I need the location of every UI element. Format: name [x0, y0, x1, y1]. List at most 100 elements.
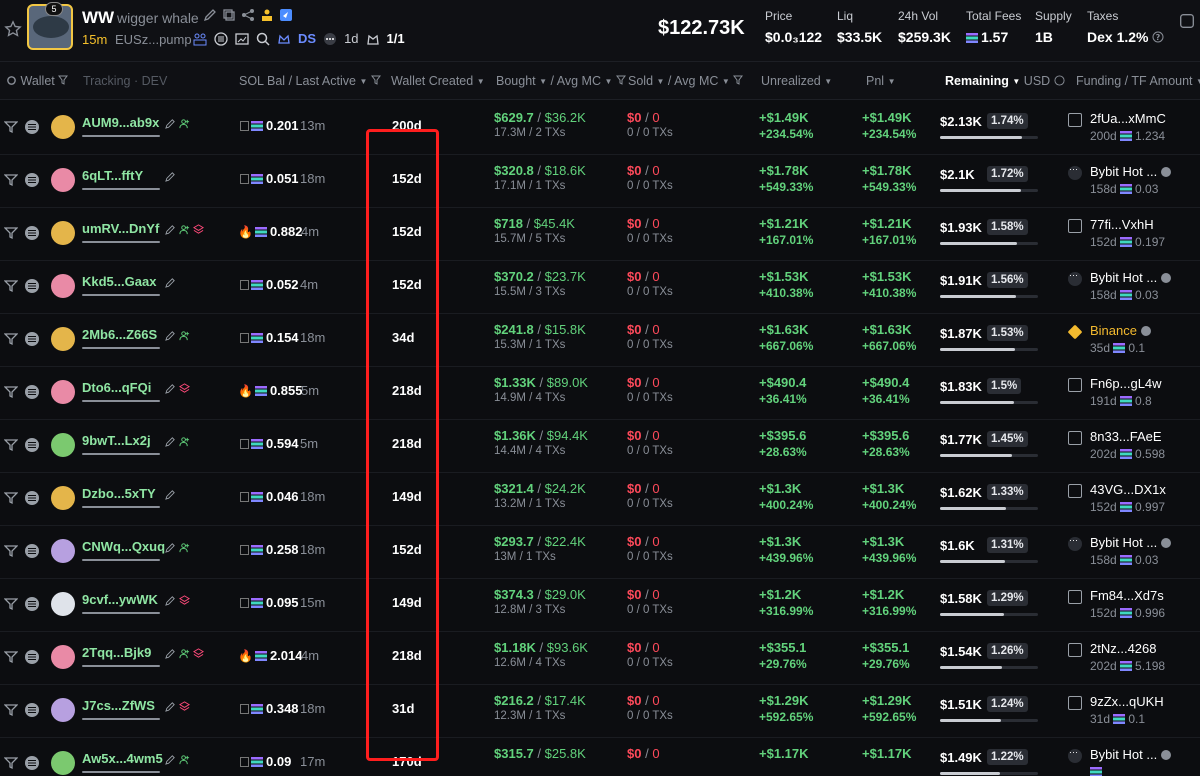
copy-icon[interactable] — [222, 8, 236, 22]
chart-edit-icon[interactable] — [235, 32, 249, 46]
edit-icon[interactable] — [165, 487, 176, 500]
share-icon[interactable] — [241, 8, 255, 22]
col-sol-bal[interactable]: SOL Bal / Last Active ▼ — [239, 74, 381, 88]
filter-icon[interactable] — [3, 173, 19, 187]
funding-source-link[interactable]: 9zZx...qUKH — [1090, 694, 1164, 709]
dexscreener-link[interactable]: DS — [298, 31, 316, 46]
wallet-address-link[interactable]: 6qLT...fftY — [82, 168, 143, 183]
filter-icon[interactable] — [3, 332, 19, 346]
filter-icon[interactable] — [3, 385, 19, 399]
info-icon[interactable] — [1161, 538, 1172, 548]
edit-icon[interactable] — [165, 752, 176, 765]
layers-icon[interactable] — [179, 699, 191, 711]
details-icon[interactable] — [25, 650, 39, 664]
col-unrealized[interactable]: Unrealized ▼ — [761, 74, 832, 88]
filter-icon[interactable] — [3, 438, 19, 452]
edit-icon[interactable] — [165, 169, 176, 182]
list-icon[interactable] — [214, 31, 228, 46]
details-icon[interactable] — [25, 173, 39, 187]
wallet-address-link[interactable]: 2Tqq...Bjk9 — [82, 645, 151, 660]
details-icon[interactable] — [25, 703, 39, 717]
help-icon[interactable]: ? — [1152, 31, 1164, 43]
add-user-icon[interactable] — [179, 540, 190, 553]
details-icon[interactable] — [25, 385, 39, 399]
edit-icon[interactable] — [165, 116, 176, 129]
col-bought[interactable]: Bought ▼ / Avg MC ▼ — [496, 74, 626, 88]
wallet-address-link[interactable]: J7cs...ZfWS — [82, 698, 155, 713]
details-icon[interactable] — [25, 438, 39, 452]
edit-icon[interactable] — [165, 328, 176, 341]
details-icon[interactable] — [25, 226, 39, 240]
star-icon[interactable] — [4, 20, 22, 38]
filter-icon[interactable] — [3, 544, 19, 558]
info-icon[interactable] — [1161, 167, 1172, 177]
info-icon[interactable] — [1161, 750, 1172, 760]
toggle-icon[interactable] — [1054, 75, 1065, 86]
wallet-address-link[interactable]: Aw5x...4wm5 — [82, 751, 163, 766]
details-icon[interactable] — [25, 756, 39, 770]
edit-icon[interactable] — [165, 593, 176, 606]
wallet-address-link[interactable]: Kkd5...Gaax — [82, 274, 156, 289]
filter-icon[interactable] — [3, 597, 19, 611]
col-funding[interactable]: Funding / TF Amount ▼ — [1076, 74, 1200, 88]
community-icon[interactable] — [260, 8, 274, 22]
add-user-icon[interactable] — [179, 222, 190, 235]
col-pnl[interactable]: Pnl ▼ — [866, 74, 895, 88]
funding-source-link[interactable]: Binance — [1090, 323, 1151, 338]
edit-icon[interactable] — [165, 699, 176, 712]
edit-icon[interactable] — [165, 646, 176, 659]
wallet-address-link[interactable]: umRV...DnYf — [82, 221, 159, 236]
add-user-icon[interactable] — [179, 328, 190, 341]
wallet-address-link[interactable]: 2Mb6...Z66S — [82, 327, 157, 342]
details-icon[interactable] — [25, 120, 39, 134]
filter-icon[interactable] — [3, 650, 19, 664]
add-user-icon[interactable] — [179, 116, 190, 129]
add-user-icon[interactable] — [179, 434, 190, 447]
filter-icon[interactable] — [3, 703, 19, 717]
edit-icon[interactable] — [203, 8, 217, 22]
wallet-address-link[interactable]: CNWq...Qxuq — [82, 539, 165, 554]
details-icon[interactable] — [25, 544, 39, 558]
info-icon[interactable] — [1161, 273, 1172, 283]
edit-icon[interactable] — [165, 434, 176, 447]
wallet-address-link[interactable]: 9cvf...ywWK — [82, 592, 158, 607]
col-remaining[interactable]: Remaining ▼ USD — [945, 74, 1065, 88]
funding-source-link[interactable]: Bybit Hot ... — [1090, 747, 1172, 762]
col-wallet[interactable]: Wallet — [6, 74, 69, 88]
layers-icon[interactable] — [193, 222, 205, 234]
layers-icon[interactable] — [193, 646, 205, 658]
filter-icon[interactable] — [3, 120, 19, 134]
funding-source-link[interactable]: Fm84...Xd7s — [1090, 588, 1164, 603]
wallet-address-link[interactable]: AUM9...ab9x — [82, 115, 159, 130]
filter-icon[interactable] — [733, 75, 744, 85]
funding-source-link[interactable]: Bybit Hot ... — [1090, 270, 1172, 285]
funding-source-link[interactable]: Bybit Hot ... — [1090, 535, 1172, 550]
details-icon[interactable] — [25, 597, 39, 611]
filter-icon[interactable] — [615, 75, 626, 85]
search-icon[interactable] — [256, 32, 270, 46]
more-icon[interactable] — [323, 32, 337, 46]
layers-icon[interactable] — [179, 381, 191, 393]
edit-icon[interactable] — [165, 540, 176, 553]
filter-icon[interactable] — [3, 226, 19, 240]
settings-icon[interactable] — [6, 75, 17, 86]
col-tracking[interactable]: Tracking · DEV — [83, 74, 167, 88]
edit-icon[interactable] — [165, 222, 176, 235]
filter-icon[interactable] — [3, 491, 19, 505]
funding-source-link[interactable]: 8n33...FAeE — [1090, 429, 1162, 444]
filter-icon[interactable] — [370, 75, 381, 85]
settings-icon[interactable] — [1178, 12, 1196, 30]
add-user-icon[interactable] — [179, 752, 190, 765]
details-icon[interactable] — [25, 332, 39, 346]
users-icon[interactable] — [193, 32, 207, 46]
col-wallet-created[interactable]: Wallet Created ▼ — [391, 74, 485, 88]
edit-icon[interactable] — [165, 381, 176, 394]
filter-icon[interactable] — [58, 75, 69, 85]
funding-source-link[interactable]: Bybit Hot ... — [1090, 164, 1172, 179]
funding-source-link[interactable]: 2tNz...4268 — [1090, 641, 1157, 656]
info-icon[interactable] — [1140, 326, 1151, 336]
add-user-icon[interactable] — [179, 646, 190, 659]
wallet-address-link[interactable]: Dto6...qFQi — [82, 380, 151, 395]
details-icon[interactable] — [25, 491, 39, 505]
col-sold[interactable]: Sold ▼ / Avg MC ▼ — [628, 74, 744, 88]
